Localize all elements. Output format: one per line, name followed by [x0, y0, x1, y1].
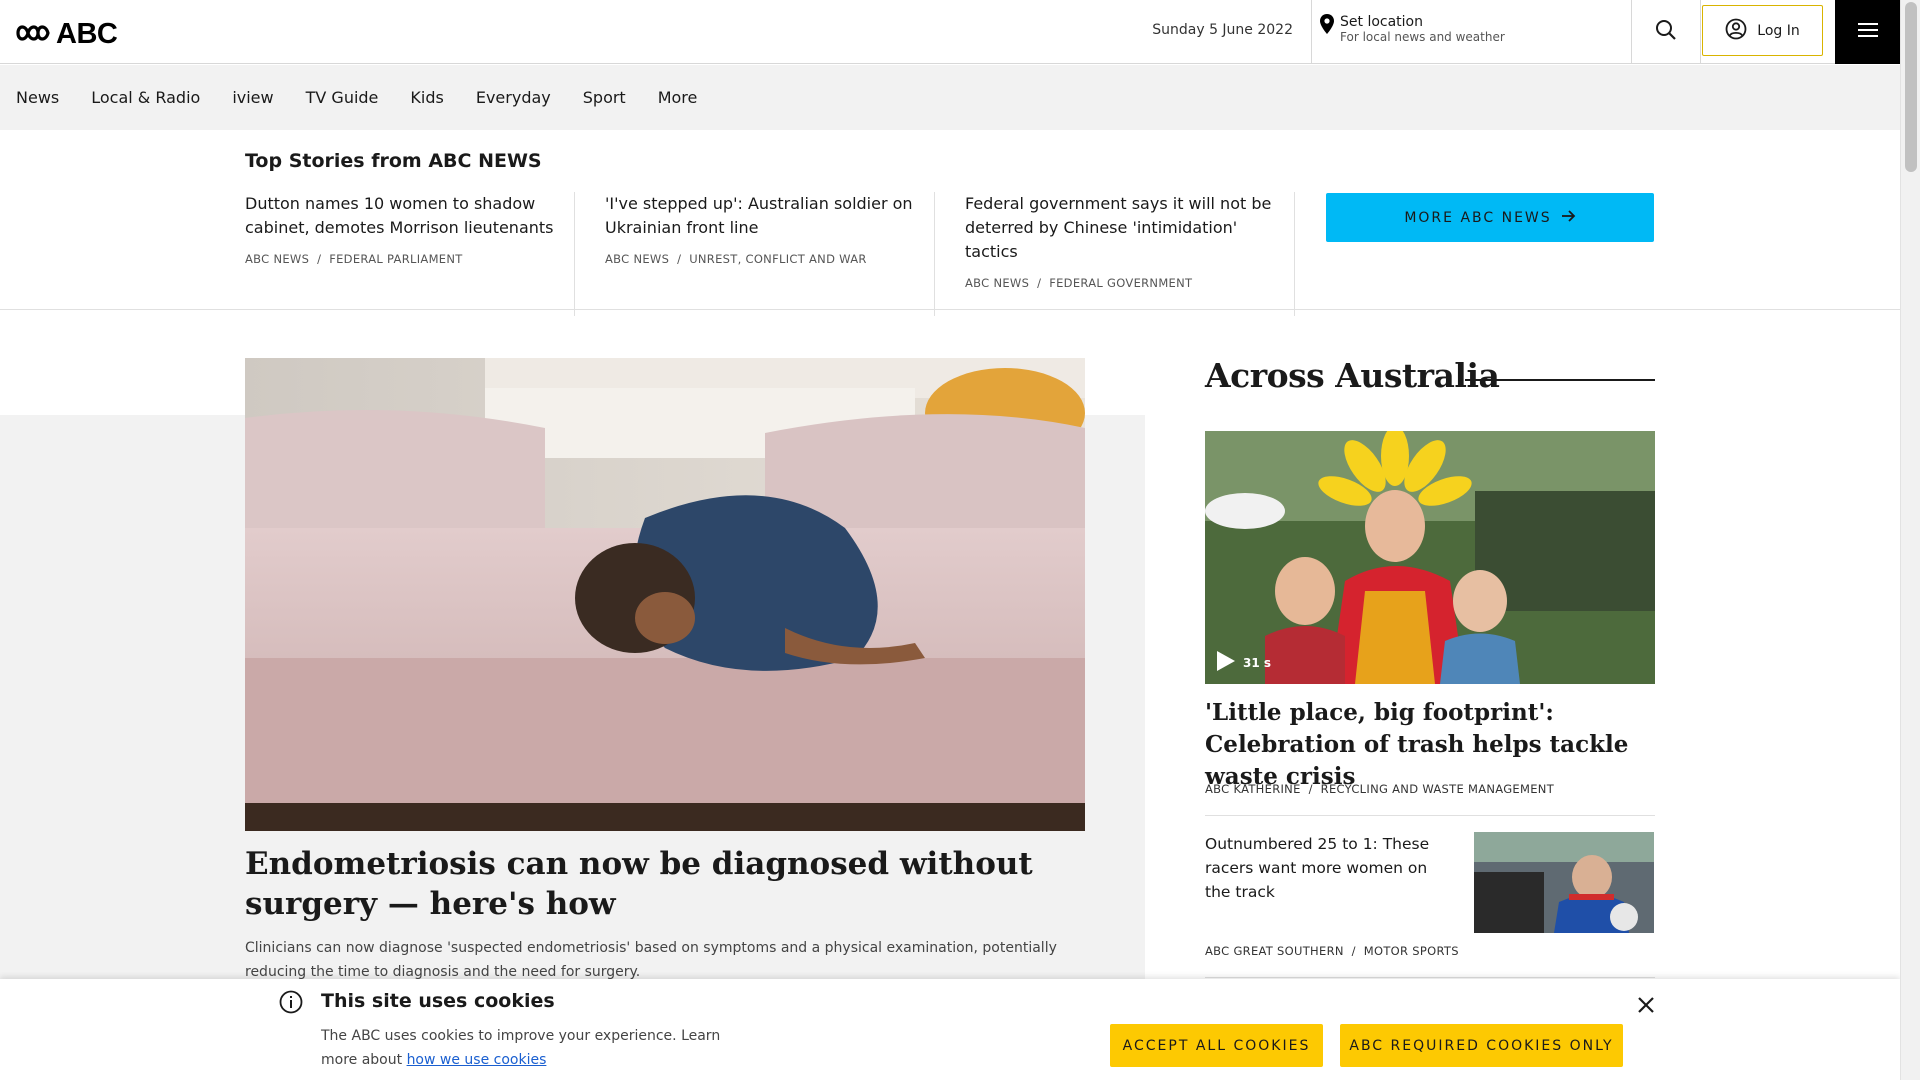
top-story-card[interactable]: 'I've stepped up': Australian soldier on…: [605, 192, 935, 316]
story-topic[interactable]: RECYCLING AND WASTE MANAGEMENT: [1321, 782, 1554, 796]
video-duration: 31 s: [1243, 655, 1272, 670]
top-story-title[interactable]: Dutton names 10 women to shadow cabinet,…: [245, 192, 558, 240]
more-abc-news-button[interactable]: MORE ABC NEWS: [1326, 193, 1654, 242]
hero-description: Clinicians can now diagnose 'suspected e…: [245, 940, 1057, 980]
top-story-meta: ABC NEWS / FEDERAL PARLIAMENT: [245, 252, 463, 266]
feature-story-meta: ABC KATHERINE / RECYCLING AND WASTE MANA…: [1205, 782, 1555, 796]
nav-item-more[interactable]: More: [658, 88, 698, 107]
info-icon: [279, 990, 303, 1018]
nav-item-local-radio[interactable]: Local & Radio: [91, 88, 200, 107]
story-source[interactable]: ABC NEWS: [245, 252, 309, 266]
story-topic[interactable]: MOTOR SPORTS: [1364, 944, 1459, 958]
story-topic[interactable]: FEDERAL PARLIAMENT: [329, 252, 462, 266]
nav-item-iview[interactable]: iview: [232, 88, 273, 107]
video-duration-badge: 31 s: [1217, 651, 1271, 674]
cookie-banner-title: This site uses cookies: [321, 990, 555, 1012]
nav-item-kids[interactable]: Kids: [410, 88, 443, 107]
user-circle-icon: [1725, 18, 1747, 44]
top-stories-heading: Top Stories from ABC NEWS: [245, 150, 542, 172]
page-scrollbar[interactable]: [1900, 0, 1920, 1080]
cookie-banner-text: The ABC uses cookies to improve your exp…: [321, 1024, 721, 1072]
feature-video-thumbnail[interactable]: 31 s: [1205, 431, 1655, 684]
main-navigation: News Local & Radio iview TV Guide Kids E…: [0, 65, 1900, 130]
abc-lissajous-logo-icon: [16, 22, 50, 48]
location-title: Set location: [1340, 14, 1423, 30]
story-topic[interactable]: UNREST, CONFLICT AND WAR: [689, 252, 867, 266]
story-divider: [1205, 977, 1655, 978]
story-source[interactable]: ABC KATHERINE: [1205, 782, 1301, 796]
play-icon: [1217, 651, 1235, 674]
top-story-title[interactable]: 'I've stepped up': Australian soldier on…: [605, 192, 918, 240]
nav-item-sport[interactable]: Sport: [583, 88, 626, 107]
how-we-use-cookies-link[interactable]: how we use cookies: [407, 1052, 547, 1068]
more-abc-news-label: MORE ABC NEWS: [1404, 209, 1552, 226]
cookie-banner: This site uses cookies The ABC uses cook…: [0, 979, 1900, 1080]
top-story-card[interactable]: Federal government says it will not be d…: [965, 192, 1295, 316]
feature-story-headline[interactable]: 'Little place, big footprint': Celebrati…: [1205, 697, 1655, 793]
set-location-button[interactable]: Set location For local news and weather: [1311, 0, 1631, 64]
location-pin-icon: [1320, 14, 1334, 64]
story-divider: [1205, 815, 1655, 816]
story-source[interactable]: ABC GREAT SOUTHERN: [1205, 944, 1344, 958]
story-source[interactable]: ABC NEWS: [965, 276, 1029, 290]
top-story-meta: ABC NEWS / UNREST, CONFLICT AND WAR: [605, 252, 867, 266]
login-label: Log In: [1757, 22, 1800, 39]
story-topic[interactable]: FEDERAL GOVERNMENT: [1049, 276, 1192, 290]
arrow-right-icon: [1561, 209, 1576, 226]
abc-logo-text: ABC: [56, 18, 118, 50]
story-source[interactable]: ABC NEWS: [605, 252, 669, 266]
nav-item-everyday[interactable]: Everyday: [476, 88, 551, 107]
hamburger-menu-icon: [1857, 22, 1878, 42]
heading-rule: [1465, 379, 1655, 381]
secondary-story-headline[interactable]: Outnumbered 25 to 1: These racers want m…: [1205, 832, 1455, 904]
across-australia-heading: Across Australia: [1205, 356, 1500, 395]
current-date: Sunday 5 June 2022: [1152, 22, 1293, 38]
login-button[interactable]: Log In: [1702, 5, 1823, 56]
search-icon: [1655, 19, 1677, 45]
nav-item-tv-guide[interactable]: TV Guide: [306, 88, 379, 107]
hero-image[interactable]: [245, 358, 1085, 831]
top-stories-section: Top Stories from ABC NEWS Dutton names 1…: [0, 130, 1900, 316]
site-header: ABC Sunday 5 June 2022 Set location For …: [0, 0, 1900, 64]
top-story-meta: ABC NEWS / FEDERAL GOVERNMENT: [965, 276, 1193, 290]
nav-item-news[interactable]: News: [16, 88, 59, 107]
hero-headline[interactable]: Endometriosis can now be diagnosed witho…: [245, 844, 1105, 924]
top-story-title[interactable]: Federal government says it will not be d…: [965, 192, 1278, 264]
location-subtitle: For local news and weather: [1340, 30, 1505, 44]
top-story-card[interactable]: Dutton names 10 women to shadow cabinet,…: [245, 192, 575, 316]
main-menu-button[interactable]: [1835, 0, 1900, 64]
search-button[interactable]: [1631, 0, 1701, 64]
close-icon[interactable]: [1636, 995, 1656, 1015]
scrollbar-thumb[interactable]: [1905, 2, 1917, 172]
abc-logo[interactable]: ABC: [16, 18, 118, 51]
secondary-story-meta: ABC GREAT SOUTHERN / MOTOR SPORTS: [1205, 944, 1459, 958]
required-cookies-only-button[interactable]: ABC REQUIRED COOKIES ONLY: [1340, 1024, 1623, 1067]
secondary-story-thumbnail[interactable]: [1474, 832, 1654, 933]
accept-all-cookies-button[interactable]: ACCEPT ALL COOKIES: [1110, 1024, 1323, 1067]
